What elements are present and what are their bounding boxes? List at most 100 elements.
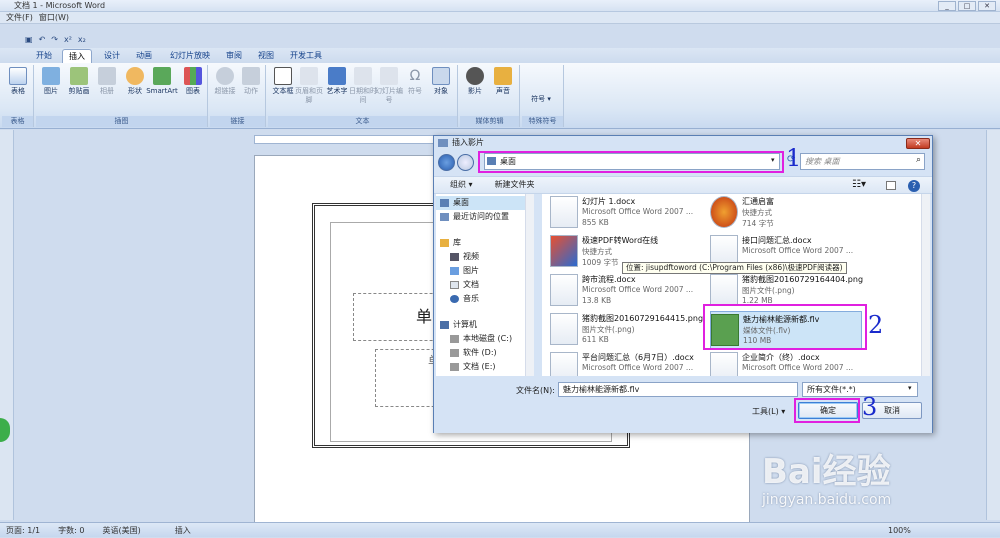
album-button[interactable]: 相册 bbox=[92, 67, 122, 96]
redo-icon[interactable]: ↷ bbox=[51, 35, 58, 44]
nav-drive-c[interactable]: 本地磁盘 (C:) bbox=[436, 332, 532, 346]
window-title: 文档 1 - Microsoft Word bbox=[14, 1, 106, 10]
image-file-icon bbox=[550, 313, 578, 345]
word-doc-icon bbox=[550, 274, 578, 306]
status-mode[interactable]: 插入 bbox=[175, 523, 191, 538]
tab-animation[interactable]: 动画 bbox=[130, 49, 158, 63]
superscript-icon[interactable]: x² bbox=[64, 35, 72, 44]
menu-file[interactable]: 文件(F) bbox=[6, 12, 33, 24]
shapes-icon bbox=[126, 67, 144, 85]
undo-icon[interactable]: ↶ bbox=[39, 35, 46, 44]
action-button[interactable]: 动作 bbox=[236, 67, 266, 96]
step-1-marker: 1 bbox=[786, 144, 802, 172]
close-window-button[interactable]: ✕ bbox=[978, 1, 996, 11]
nav-desktop[interactable]: 桌面 bbox=[436, 196, 532, 210]
step-2-marker: 2 bbox=[868, 311, 884, 339]
maximize-button[interactable]: □ bbox=[958, 1, 976, 11]
header-footer-button[interactable]: 页眉和页脚 bbox=[294, 67, 324, 105]
omega-icon: Ω bbox=[409, 68, 421, 84]
calendar-icon bbox=[354, 67, 372, 85]
new-folder-button[interactable]: 新建文件夹 bbox=[495, 176, 535, 194]
search-icon[interactable]: ⌕ bbox=[916, 155, 921, 165]
save-icon[interactable]: ▣ bbox=[25, 35, 33, 44]
disk-icon bbox=[450, 362, 459, 371]
dialog-toolbar: 组织 ▾ 新建文件夹 ☷▾ ? bbox=[434, 176, 932, 194]
group-text: 文本框 页眉和页脚 艺术字 日期和时间 幻灯片编号 Ω 符号 对象 文本 bbox=[268, 65, 458, 127]
minimize-button[interactable]: _ bbox=[938, 1, 956, 11]
forward-button[interactable] bbox=[457, 154, 474, 171]
nav-drive-e[interactable]: 文档 (E:) bbox=[436, 360, 532, 372]
status-page: 页面: 1/1 bbox=[6, 525, 41, 535]
tools-menu[interactable]: 工具(L) ▾ bbox=[752, 406, 785, 417]
dialog-app-icon bbox=[438, 139, 448, 147]
filename-label: 文件名(N): bbox=[516, 386, 555, 395]
view-icon[interactable]: ☷▾ bbox=[852, 176, 866, 194]
sound-button[interactable]: 声音 bbox=[488, 67, 518, 96]
nav-drive-d[interactable]: 软件 (D:) bbox=[436, 346, 532, 360]
library-icon bbox=[440, 238, 449, 247]
list-item[interactable]: 企业简介（终）.docx Microsoft Office Word 2007 .… bbox=[710, 350, 880, 376]
list-item[interactable]: 跨市流程.docx Microsoft Office Word 2007 ... 1… bbox=[550, 272, 720, 310]
tab-insert[interactable]: 插入 bbox=[62, 49, 92, 63]
subscript-icon[interactable]: x₂ bbox=[78, 35, 86, 44]
nav-scrollbar[interactable] bbox=[525, 194, 534, 376]
filename-input[interactable]: 魅力榆林能源新都.flv bbox=[558, 382, 798, 397]
recent-icon bbox=[440, 212, 449, 221]
nav-documents[interactable]: 文档 bbox=[436, 278, 532, 292]
album-icon bbox=[98, 67, 116, 85]
header-footer-icon bbox=[300, 67, 318, 85]
search-input[interactable]: 搜索 桌面 bbox=[800, 153, 925, 170]
list-item[interactable]: 汇通启富 快捷方式 714 字节 bbox=[710, 194, 880, 232]
nav-music[interactable]: 音乐 bbox=[436, 292, 532, 306]
list-item[interactable]: 幻灯片 1.docx Microsoft Office Word 2007 ...… bbox=[550, 194, 720, 232]
tab-view[interactable]: 视图 bbox=[252, 49, 280, 63]
nav-computer[interactable]: 计算机 bbox=[436, 318, 532, 332]
tab-slideshow[interactable]: 幻灯片放映 bbox=[164, 49, 216, 63]
file-list-scrollbar[interactable] bbox=[921, 194, 930, 376]
ribbon: 表格 表格 图片 剪贴画 相册 形状 SmartArt 图表 插图 超链接 动作… bbox=[0, 63, 1000, 129]
chart-button[interactable]: 图表 bbox=[178, 67, 208, 96]
clipart-button[interactable]: 剪贴画 bbox=[64, 67, 94, 96]
nav-pictures[interactable]: 图片 bbox=[436, 264, 532, 278]
special-symbol-button[interactable]: 符号 ▾ bbox=[526, 95, 556, 104]
nav-library[interactable]: 库 bbox=[436, 236, 532, 250]
menu-bar: 文件(F) 窗口(W) bbox=[0, 12, 1000, 24]
chevron-down-icon[interactable]: ▾ bbox=[908, 384, 912, 392]
organize-button[interactable]: 组织 ▾ bbox=[450, 176, 473, 194]
smartart-icon bbox=[153, 67, 171, 85]
group-special-symbols: 符号 ▾ 特殊符号 bbox=[522, 65, 564, 127]
group-table: 表格 表格 bbox=[2, 65, 34, 127]
status-zoom[interactable]: 100% bbox=[888, 523, 911, 538]
image-file-icon bbox=[710, 274, 738, 306]
list-item[interactable]: 平台问题汇总（6月7日）.docx Microsoft Office Word 2… bbox=[550, 350, 720, 376]
action-icon bbox=[242, 67, 260, 85]
movie-button[interactable]: 影片 bbox=[460, 67, 490, 96]
tab-developer[interactable]: 开发工具 bbox=[284, 49, 328, 63]
title-bar: 文档 1 - Microsoft Word _ □ ✕ bbox=[0, 0, 1000, 12]
speaker-icon bbox=[494, 67, 512, 85]
status-bar: 页面: 1/1 字数: 0 英语(美国) 插入 100% bbox=[0, 522, 1000, 537]
smartart-button[interactable]: SmartArt bbox=[144, 67, 180, 96]
list-item[interactable]: 猪豹截图20160729164415.png 图片文件(.png) 611 KB bbox=[550, 311, 720, 349]
nav-recent[interactable]: 最近访问的位置 bbox=[436, 210, 532, 224]
preview-pane-icon[interactable] bbox=[886, 181, 896, 190]
tab-home[interactable]: 开始 bbox=[30, 49, 58, 63]
status-language[interactable]: 英语(美国) bbox=[102, 523, 140, 538]
dialog-close-button[interactable]: ✕ bbox=[906, 138, 930, 149]
video-icon bbox=[450, 252, 459, 261]
back-button[interactable] bbox=[438, 154, 455, 171]
help-icon[interactable]: ? bbox=[908, 180, 920, 192]
table-button[interactable]: 表格 bbox=[3, 67, 33, 96]
menu-window[interactable]: 窗口(W) bbox=[39, 12, 69, 24]
filetype-select[interactable]: 所有文件(*.*) bbox=[802, 382, 918, 397]
object-button[interactable]: 对象 bbox=[426, 67, 456, 96]
table-icon bbox=[9, 67, 27, 85]
nav-videos[interactable]: 视频 bbox=[436, 250, 532, 264]
picture-icon bbox=[42, 67, 60, 85]
tab-review[interactable]: 审阅 bbox=[220, 49, 248, 63]
pdf-shortcut-icon bbox=[550, 235, 578, 267]
number-icon bbox=[380, 67, 398, 85]
picture-button[interactable]: 图片 bbox=[36, 67, 66, 96]
highlight-ok-box bbox=[794, 398, 860, 423]
tab-design[interactable]: 设计 bbox=[98, 49, 126, 63]
